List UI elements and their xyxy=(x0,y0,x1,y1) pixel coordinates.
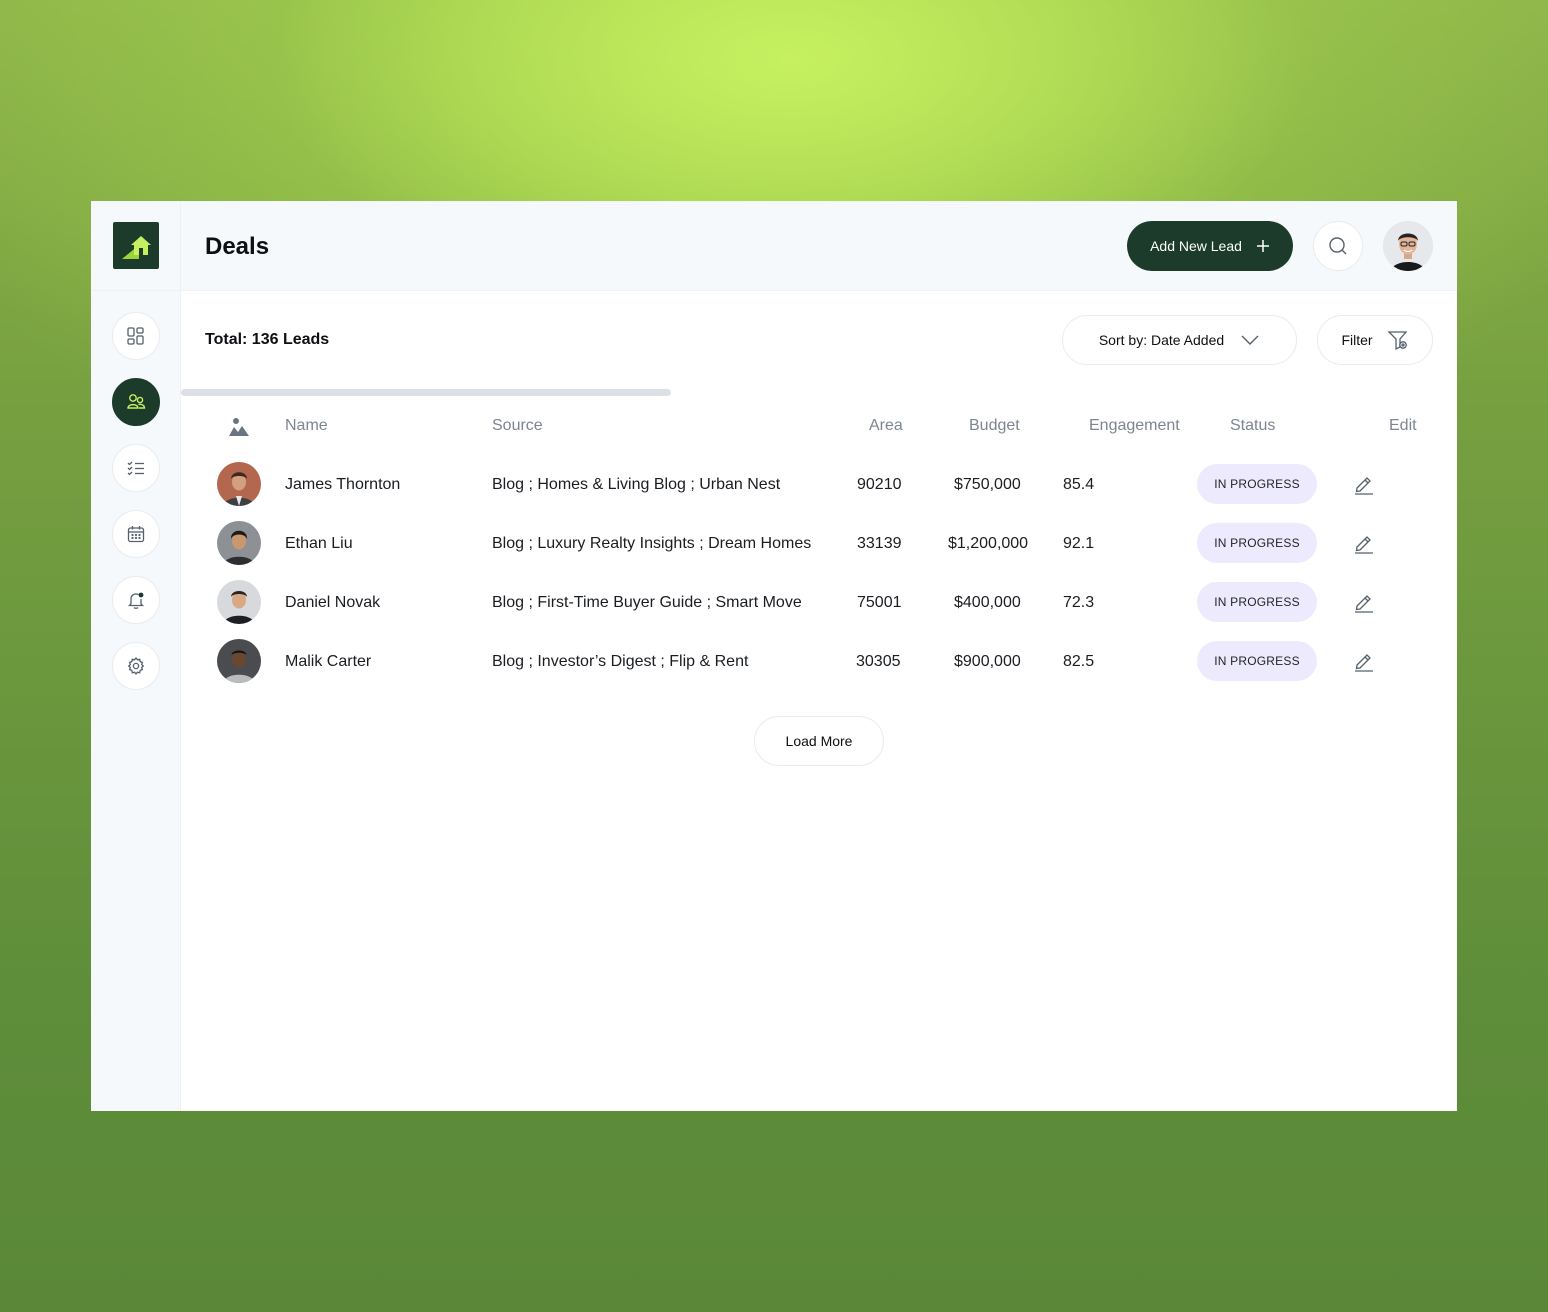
chevron-down-icon xyxy=(1241,335,1259,345)
app-window: Deals Add New Lead Total: 136 Leads Sort… xyxy=(91,201,1457,1111)
house-logo-icon xyxy=(122,235,151,259)
filter-settings-icon xyxy=(1386,331,1407,351)
sort-dropdown[interactable]: Sort by: Date Added xyxy=(1062,315,1297,365)
lead-budget: $750,000 xyxy=(954,475,1021,493)
filter-label: Filter xyxy=(1341,332,1373,348)
filter-button[interactable]: Filter xyxy=(1317,315,1433,365)
table-row[interactable]: James Thornton Blog ; Homes & Living Blo… xyxy=(181,455,1457,514)
column-header-engagement[interactable]: Engagement xyxy=(1089,417,1180,435)
horizontal-scrollbar[interactable] xyxy=(181,389,671,396)
plus-icon xyxy=(1256,240,1269,252)
edit-button[interactable] xyxy=(1351,648,1377,674)
lead-engagement: 82.5 xyxy=(1063,652,1095,670)
lead-engagement: 85.4 xyxy=(1063,475,1095,493)
lead-engagement: 92.1 xyxy=(1063,534,1095,552)
status-badge: IN PROGRESS xyxy=(1197,582,1317,622)
lead-source: Blog ; Luxury Realty Insights ; Dream Ho… xyxy=(492,534,812,552)
status-badge: IN PROGRESS xyxy=(1197,523,1317,563)
sidebar-item-dashboard[interactable] xyxy=(112,312,160,360)
lead-budget: $1,200,000 xyxy=(948,534,1029,552)
lead-name: James Thornton xyxy=(285,475,401,493)
search-button[interactable] xyxy=(1313,221,1363,271)
page-title: Deals xyxy=(205,233,270,260)
sidebar xyxy=(91,201,181,1111)
search-icon xyxy=(1329,237,1347,255)
gear-icon xyxy=(127,656,145,676)
table-row[interactable]: Malik Carter Blog ; Investor’s Digest ; … xyxy=(181,632,1457,691)
table-row[interactable]: Ethan Liu Blog ; Luxury Realty Insights … xyxy=(181,514,1457,573)
lead-engagement: 72.3 xyxy=(1063,593,1095,611)
lead-avatar xyxy=(217,639,261,683)
add-new-lead-label: Add New Lead xyxy=(1150,238,1242,254)
lead-budget: $400,000 xyxy=(954,593,1021,611)
lead-area: 33139 xyxy=(857,534,902,552)
column-header-budget[interactable]: Budget xyxy=(969,417,1020,435)
column-header-edit: Edit xyxy=(1389,417,1417,434)
status-badge: IN PROGRESS xyxy=(1197,641,1317,681)
sidebar-item-settings[interactable] xyxy=(112,642,160,690)
pencil-icon xyxy=(1355,595,1373,613)
sidebar-divider xyxy=(91,290,181,291)
status-badge: IN PROGRESS xyxy=(1197,464,1317,504)
lead-source: Blog ; Investor’s Digest ; Flip & Rent xyxy=(492,652,749,670)
lead-avatar xyxy=(217,521,261,565)
logo[interactable] xyxy=(113,222,159,269)
lead-name: Ethan Liu xyxy=(285,534,353,552)
sidebar-item-leads[interactable] xyxy=(112,378,160,426)
add-new-lead-button[interactable]: Add New Lead xyxy=(1127,221,1293,271)
image-icon xyxy=(229,418,249,436)
grid-icon xyxy=(127,327,144,345)
lead-name: Malik Carter xyxy=(285,652,372,670)
pencil-icon xyxy=(1355,654,1373,672)
lead-source: Blog ; First-Time Buyer Guide ; Smart Mo… xyxy=(492,593,802,611)
pencil-icon xyxy=(1355,536,1373,554)
calendar-icon xyxy=(127,526,145,543)
lead-name: Daniel Novak xyxy=(285,593,381,611)
load-more-button[interactable]: Load More xyxy=(754,716,884,766)
lead-area: 30305 xyxy=(856,652,901,670)
total-leads-label: Total: 136 Leads xyxy=(205,331,330,348)
edit-button[interactable] xyxy=(1351,589,1377,615)
pencil-icon xyxy=(1355,477,1373,495)
top-header: Deals Add New Lead xyxy=(181,201,1457,291)
users-icon xyxy=(127,394,146,409)
sort-label: Sort by: Date Added xyxy=(1098,332,1225,348)
sidebar-item-notifications[interactable] xyxy=(112,576,160,624)
lead-avatar xyxy=(217,580,261,624)
column-header-name[interactable]: Name xyxy=(285,417,328,435)
column-header-status[interactable]: Status xyxy=(1230,417,1275,435)
column-header-area[interactable]: Area xyxy=(869,417,903,435)
checklist-icon xyxy=(127,461,144,476)
lead-avatar xyxy=(217,462,261,506)
lead-area: 75001 xyxy=(857,593,902,611)
sidebar-item-tasks[interactable] xyxy=(112,444,160,492)
lead-budget: $900,000 xyxy=(954,652,1021,670)
edit-button[interactable] xyxy=(1351,530,1377,556)
lead-area: 90210 xyxy=(857,475,902,493)
bell-icon xyxy=(127,592,145,609)
lead-source: Blog ; Homes & Living Blog ; Urban Nest xyxy=(492,475,781,493)
sidebar-item-calendar[interactable] xyxy=(112,510,160,558)
user-avatar[interactable] xyxy=(1383,221,1433,271)
edit-button[interactable] xyxy=(1351,471,1377,497)
table-row[interactable]: Daniel Novak Blog ; First-Time Buyer Gui… xyxy=(181,573,1457,632)
column-header-source[interactable]: Source xyxy=(492,417,543,435)
